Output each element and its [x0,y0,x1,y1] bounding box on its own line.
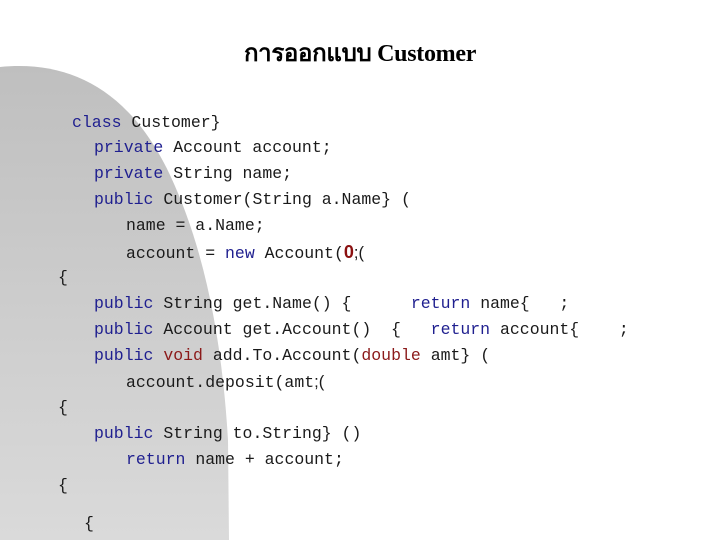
code-text: { [84,514,94,533]
code-line: public Account get.Account() { return ac… [94,320,629,340]
code-text: { [58,476,68,495]
code-line: private String name; [94,164,292,184]
code-keyword: void [163,346,203,365]
code-line: { [58,268,68,288]
code-text: Account account; [163,138,332,157]
code-text: { [58,268,68,287]
code-keyword: public [94,320,154,339]
code-text: name{ ; [470,294,570,313]
code-text: account.deposit(amt [126,373,315,392]
code-text: String name; [163,164,293,183]
code-keyword: public [94,346,154,365]
code-keyword: private [94,138,164,157]
code-line: account.deposit(amt;( [126,372,324,393]
code-text: name = a.Name; [126,216,265,235]
code-line: { [58,476,68,496]
code-line: return name + account; [126,450,344,470]
code-line: class Customer} [72,113,221,133]
code-text: String get.Name() { [153,294,411,313]
code-keyword: public [94,190,154,209]
code-text: Customer(String a.Name} ( [153,190,411,209]
code-block: class Customer} private Account account; p… [0,0,720,540]
code-text: ;( [314,373,325,391]
code-keyword: double [361,346,421,365]
code-keyword: new [225,244,255,263]
code-text: add.To.Account( [202,346,362,365]
code-text: account = [126,244,226,263]
code-line: public String get.Name() { return name{ … [94,294,569,314]
code-text: Account get.Account() { [153,320,431,339]
code-text: String to.String} () [153,424,362,443]
code-line: account = new Account(0;( [126,242,364,264]
code-text: account{ ; [490,320,629,339]
code-text: { [58,398,68,417]
code-literal: 0 [343,242,354,262]
code-text: ;( [353,244,364,262]
code-keyword: class [72,113,122,132]
code-text: Customer} [121,113,221,132]
code-line: { [58,398,68,418]
code-line: public Customer(String a.Name} ( [94,190,411,210]
code-keyword: return [126,450,186,469]
code-line: name = a.Name; [126,216,265,236]
code-line: { [84,514,94,534]
code-text: name + account; [185,450,344,469]
code-line: private Account account; [94,138,332,158]
code-keyword: private [94,164,164,183]
code-text: Account( [254,244,344,263]
code-keyword: return [430,320,491,339]
code-keyword: public [94,424,154,443]
code-line: public void add.To.Account(double amt} ( [94,346,490,366]
code-keyword: public [94,294,154,313]
code-text: amt} ( [420,346,491,365]
code-line: public String to.String} () [94,424,361,444]
code-keyword: return [410,294,471,313]
